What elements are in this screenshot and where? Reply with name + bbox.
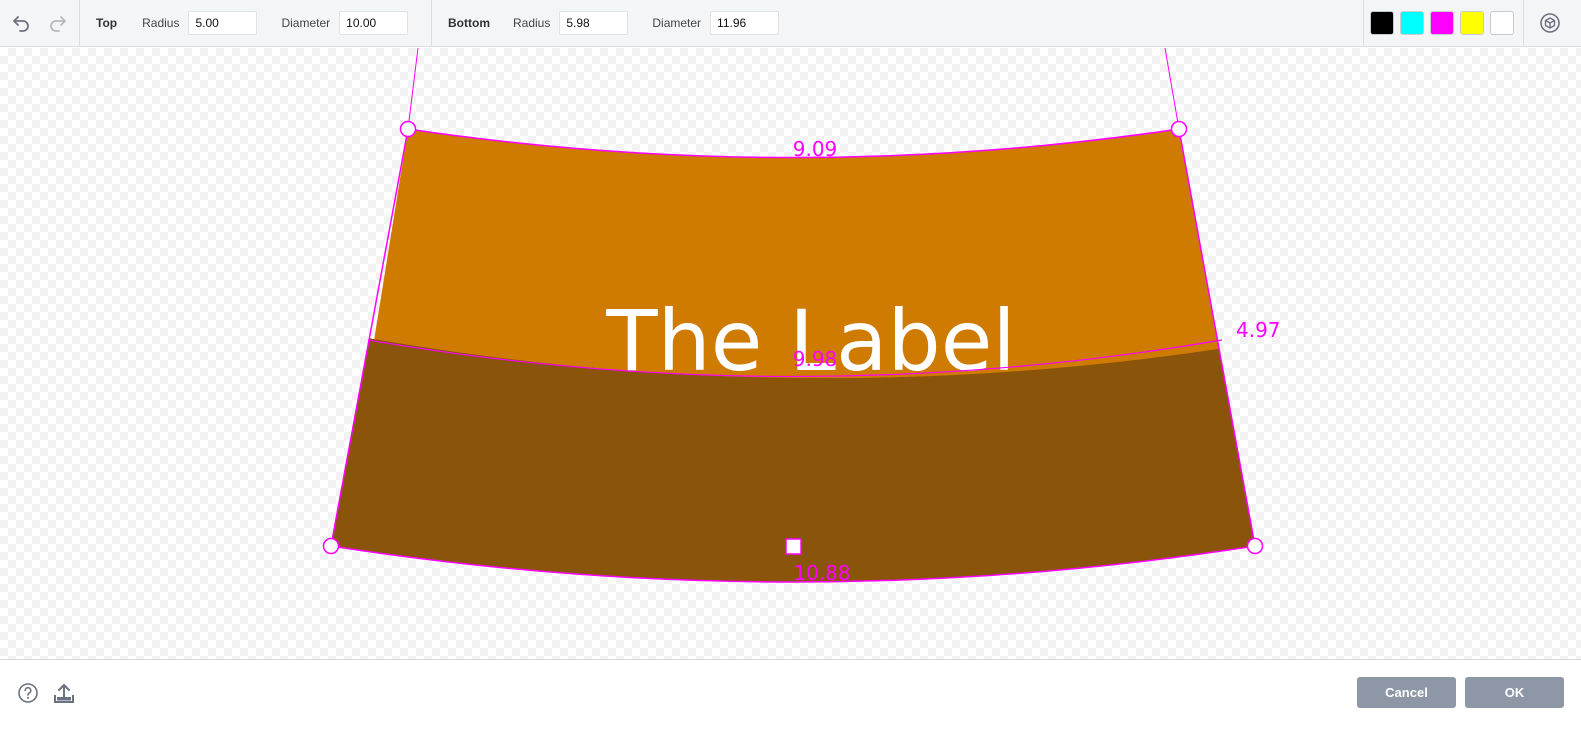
label-text[interactable]: The Label [605,292,1016,390]
bottom-diameter-input[interactable] [710,11,780,35]
top-title: Top [96,16,118,30]
bottom-title: Bottom [448,16,490,30]
3d-view-button[interactable] [1535,8,1565,38]
redo-icon [50,16,67,32]
handle-top-right[interactable] [1170,120,1188,138]
side-height-dimension: 4.97 [1236,318,1281,342]
ok-button[interactable]: OK [1465,677,1564,708]
handle-bottom-center[interactable] [785,538,802,555]
bottom-radius-label: Radius [513,16,551,30]
bottom-width-dimension: 10.88 [793,561,850,585]
top-diameter-label: Diameter [281,16,331,30]
handle-bottom-right[interactable] [1246,537,1264,555]
handle-bottom-left[interactable] [322,537,340,555]
color-swatches [1364,0,1524,47]
undo-button[interactable] [7,8,37,38]
top-width-dimension: 9.09 [793,137,838,161]
top-settings: Top Radius Diameter [80,0,432,47]
help-icon [18,683,38,703]
export-icon [54,684,74,703]
redo-button[interactable] [42,8,72,38]
swatch-cyan[interactable] [1400,11,1424,35]
swatch-yellow[interactable] [1460,11,1484,35]
top-radius-input[interactable] [188,11,258,35]
swatch-black[interactable] [1370,11,1394,35]
3d-view-icon [1540,13,1560,33]
cancel-button[interactable]: Cancel [1357,677,1456,708]
middle-width-dimension: 9.98 [793,347,838,371]
top-diameter-input[interactable] [339,11,409,35]
bottom-settings: Bottom Radius Diameter [432,0,1364,47]
view-controls [1524,0,1576,47]
history-controls [0,0,80,47]
top-radius-label: Radius [142,16,180,30]
toolbar: Top Radius Diameter Bottom Radius Diamet… [0,0,1581,47]
label-preview: The Label 9.09 9.98 4.97 10.88 [322,48,1281,585]
bottom-radius-input[interactable] [559,11,629,35]
undo-icon [12,16,29,32]
swatch-white[interactable] [1490,11,1514,35]
help-button[interactable] [16,681,40,705]
design-canvas[interactable]: The Label 9.09 9.98 4.97 10.88 [0,48,1581,660]
footer-bar: Cancel OK [0,661,1581,730]
right-guide-line [1164,48,1180,130]
bottom-diameter-label: Diameter [652,16,702,30]
swatch-magenta[interactable] [1430,11,1454,35]
export-button[interactable] [52,681,76,705]
handle-top-left[interactable] [399,120,417,138]
left-guide-line [407,48,419,130]
